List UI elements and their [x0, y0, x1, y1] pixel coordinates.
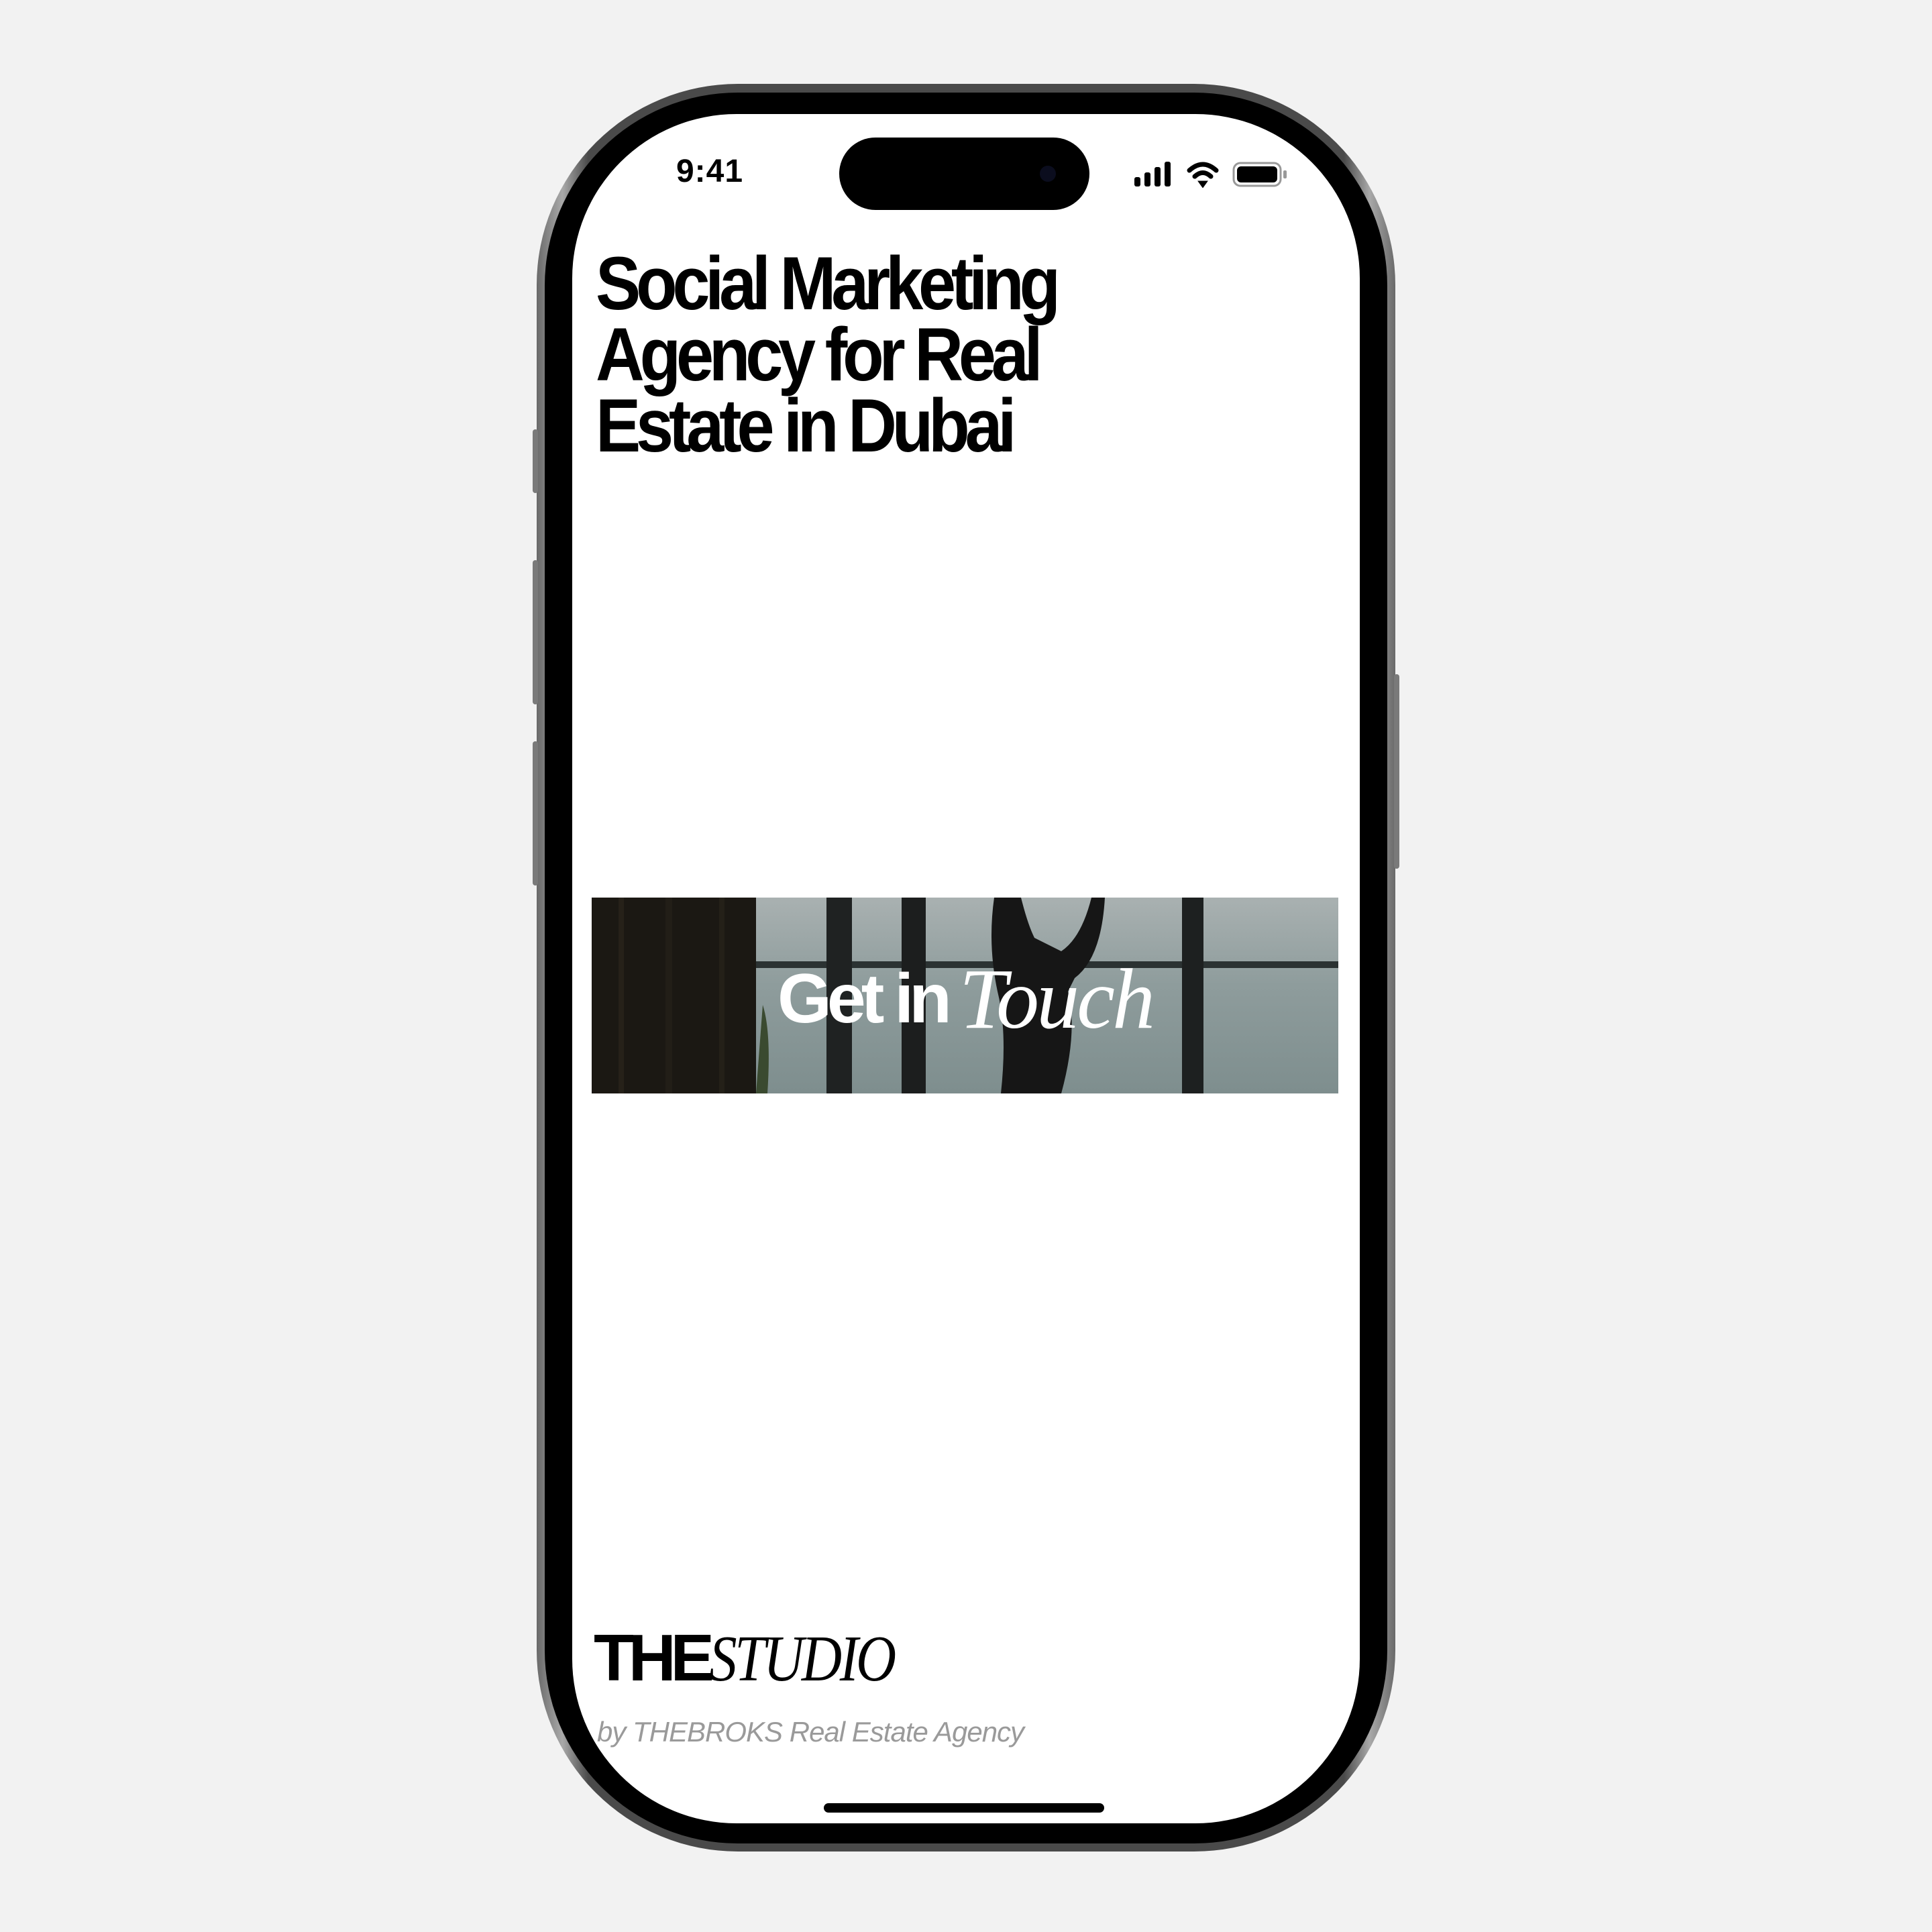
title-line: Social Marketing	[596, 241, 1061, 325]
status-time: 9:41	[676, 154, 744, 189]
logo-italic: STUDIO	[709, 1623, 896, 1695]
get-in-touch-button[interactable]: Get in Touch	[592, 898, 1338, 1093]
home-indicator[interactable]	[824, 1803, 1104, 1813]
cta-label-italic: Touch	[959, 951, 1155, 1046]
battery-icon	[1232, 162, 1287, 187]
volume-down-button	[533, 741, 538, 885]
power-button	[1394, 674, 1399, 869]
cellular-signal-icon	[1134, 162, 1171, 186]
title-line: Estate in Dubai	[596, 384, 1016, 468]
cta-label: Get in Touch	[592, 898, 1338, 1093]
volume-up-button	[533, 560, 538, 704]
phone-screen: 9:41 Social Marketing Agency for Real Es…	[572, 114, 1360, 1823]
cta-label-regular: Get in	[777, 959, 952, 1038]
brand-logo: THESTUDIO	[594, 1620, 926, 1697]
camera-icon	[1040, 166, 1056, 182]
logo-bold: THE	[594, 1621, 714, 1695]
dynamic-island	[839, 138, 1089, 210]
page-title: Social Marketing Agency for Real Estate …	[596, 241, 1061, 468]
byline: by THEBROKS Real Estate Agency	[597, 1716, 1024, 1748]
action-button	[533, 429, 538, 493]
wifi-icon	[1187, 162, 1219, 189]
title-line: Agency for Real	[596, 313, 1043, 396]
status-icons	[1134, 161, 1295, 191]
